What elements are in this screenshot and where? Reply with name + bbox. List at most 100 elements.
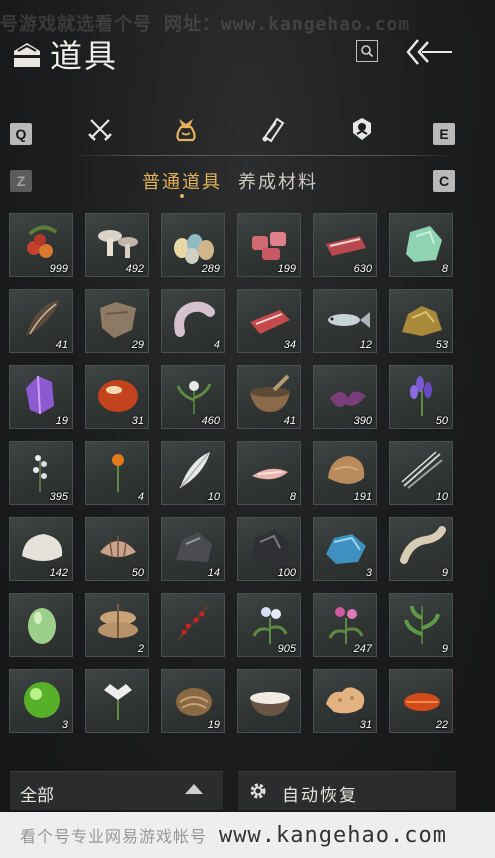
- back-arrow-icon[interactable]: [404, 36, 454, 68]
- item-slot[interactable]: [9, 593, 73, 657]
- item-slot[interactable]: 4: [85, 441, 149, 505]
- wood-burl-icon: [176, 688, 212, 716]
- scroll-icon: [262, 117, 285, 143]
- active-subtab-indicator: [180, 194, 184, 198]
- item-quantity: 3: [365, 567, 372, 579]
- item-slot[interactable]: 630: [313, 213, 377, 277]
- item-slot[interactable]: 41: [9, 289, 73, 353]
- item-slot[interactable]: 10: [389, 441, 453, 505]
- item-slot[interactable]: 905: [237, 593, 301, 657]
- item-slot[interactable]: 492: [85, 213, 149, 277]
- tab-divider: [68, 155, 460, 156]
- purple-petals-icon: [330, 391, 366, 407]
- item-quantity: 395: [49, 491, 68, 503]
- item-slot[interactable]: [85, 669, 149, 733]
- filter-dropdown[interactable]: 全部: [10, 771, 223, 810]
- prev-category-key[interactable]: Q: [10, 123, 32, 145]
- tab-scrolls[interactable]: [256, 112, 290, 146]
- item-quantity: 14: [207, 567, 220, 579]
- item-slot[interactable]: 9: [389, 593, 453, 657]
- search-button[interactable]: [356, 40, 378, 62]
- eggs-icon: [174, 234, 214, 264]
- item-slot[interactable]: 999: [9, 213, 73, 277]
- item-quantity: 9: [441, 643, 448, 655]
- item-slot[interactable]: 395: [9, 441, 73, 505]
- item-quantity: 630: [353, 263, 372, 275]
- item-quantity: 53: [435, 339, 448, 351]
- tab-equipment[interactable]: [83, 112, 117, 146]
- fur-icon: [328, 456, 365, 484]
- item-slot[interactable]: 29: [85, 289, 149, 353]
- page-title: 道具: [50, 37, 119, 75]
- item-slot[interactable]: 289: [161, 213, 225, 277]
- item-grid: 999 492 289 199 630 8 41 29 4 34 12 53 19 31 460 41 390 5…: [9, 213, 459, 753]
- item-slot[interactable]: 53: [389, 289, 453, 353]
- item-quantity: 247: [353, 643, 372, 655]
- item-slot[interactable]: 41: [237, 365, 301, 429]
- white-lily-icon: [104, 684, 132, 720]
- item-slot[interactable]: 31: [313, 669, 377, 733]
- item-quantity: 31: [359, 719, 372, 731]
- item-slot[interactable]: 9: [389, 517, 453, 581]
- auto-restore-button[interactable]: 自动恢复: [238, 771, 456, 810]
- item-slot[interactable]: 460: [161, 365, 225, 429]
- rice-bowl-icon: [250, 692, 290, 716]
- orange-flower-icon: [112, 454, 124, 492]
- item-slot[interactable]: 3: [313, 517, 377, 581]
- inventory-bag-icon: [14, 43, 40, 67]
- item-slot[interactable]: 10: [161, 441, 225, 505]
- item-quantity: 50: [435, 415, 448, 427]
- item-slot[interactable]: 22: [389, 669, 453, 733]
- dark-rock-icon: [176, 532, 212, 562]
- prev-subtab-key[interactable]: Z: [10, 170, 32, 192]
- item-slot[interactable]: 19: [9, 365, 73, 429]
- item-slot[interactable]: 31: [85, 365, 149, 429]
- tab-badges[interactable]: [345, 112, 379, 146]
- mushrooms-icon: [98, 230, 138, 258]
- item-quantity: 10: [207, 491, 220, 503]
- subtab-common-items[interactable]: 普通道具: [142, 168, 222, 194]
- white-feather-icon: [179, 452, 210, 489]
- item-slot[interactable]: 34: [237, 289, 301, 353]
- item-slot[interactable]: 199: [237, 213, 301, 277]
- item-slot[interactable]: 50: [85, 517, 149, 581]
- tab-items[interactable]: [169, 112, 203, 146]
- item-quantity: 142: [49, 567, 68, 579]
- feathers-icon: [26, 300, 60, 336]
- item-slot[interactable]: 142: [9, 517, 73, 581]
- subtab-upgrade-materials[interactable]: 养成材料: [238, 168, 318, 194]
- item-quantity: 19: [207, 719, 220, 731]
- item-slot[interactable]: 19: [161, 669, 225, 733]
- item-slot[interactable]: 390: [313, 365, 377, 429]
- sacks-icon: [98, 604, 138, 638]
- item-quantity: 12: [359, 339, 372, 351]
- next-subtab-key[interactable]: C: [433, 170, 455, 192]
- item-slot[interactable]: 14: [161, 517, 225, 581]
- item-quantity: 31: [131, 415, 144, 427]
- watermark-bottom-cn: 看个号专业网易游戏帐号: [20, 827, 208, 846]
- item-slot[interactable]: [161, 593, 225, 657]
- item-quantity: 8: [289, 491, 296, 503]
- item-quantity: 390: [353, 415, 372, 427]
- gear-icon: [250, 783, 266, 799]
- item-slot[interactable]: 50: [389, 365, 453, 429]
- item-slot[interactable]: 8: [389, 213, 453, 277]
- item-slot[interactable]: 12: [313, 289, 377, 353]
- item-quantity: 19: [55, 415, 68, 427]
- next-category-key[interactable]: E: [433, 123, 455, 145]
- item-quantity: 905: [277, 643, 296, 655]
- item-slot[interactable]: 100: [237, 517, 301, 581]
- item-quantity: 3: [61, 719, 68, 731]
- item-slot[interactable]: 4: [161, 289, 225, 353]
- item-slot[interactable]: 2: [85, 593, 149, 657]
- item-slot[interactable]: 247: [313, 593, 377, 657]
- berries-icon: [27, 225, 58, 258]
- quills-icon: [401, 451, 443, 489]
- item-slot[interactable]: 8: [237, 441, 301, 505]
- pink-flower-herb-icon: [328, 607, 364, 644]
- item-quantity: 4: [213, 339, 220, 351]
- item-slot[interactable]: 191: [313, 441, 377, 505]
- item-quantity: 289: [201, 263, 220, 275]
- item-slot[interactable]: [237, 669, 301, 733]
- item-slot[interactable]: 3: [9, 669, 73, 733]
